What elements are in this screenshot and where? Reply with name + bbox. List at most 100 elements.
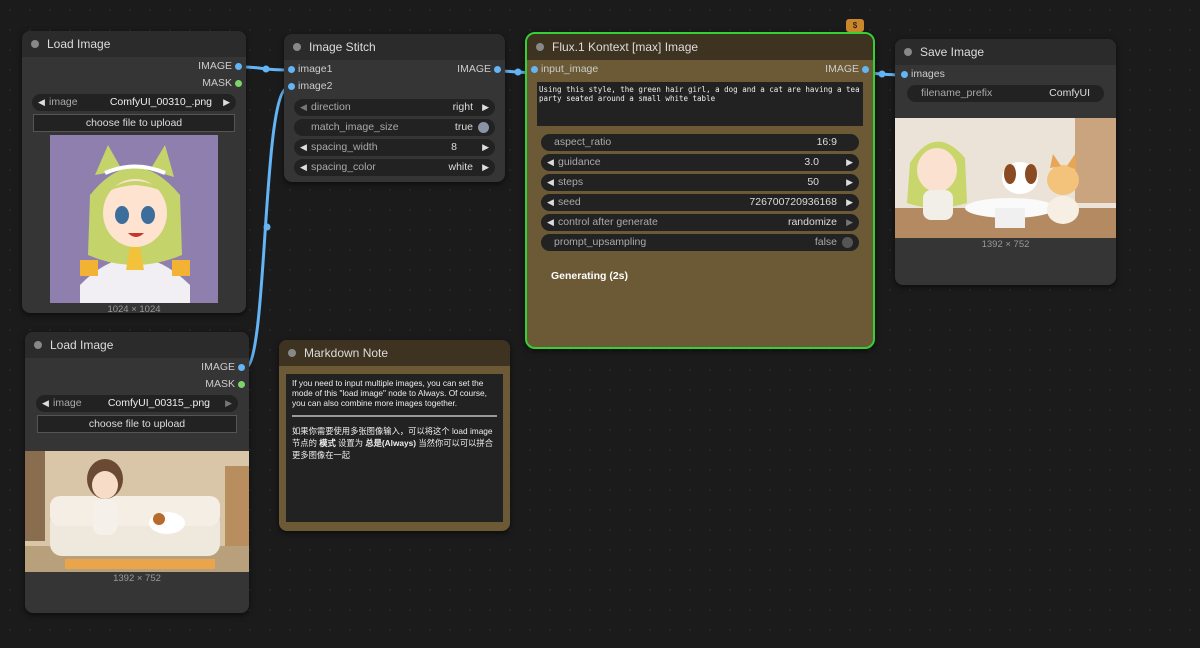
note-text-bold: 模式 xyxy=(319,438,336,448)
prompt-textarea[interactable]: Using this style, the green hair girl, a… xyxy=(537,82,863,126)
slot-dot-icon[interactable] xyxy=(901,71,908,78)
markdown-content[interactable]: If you need to input multiple images, yo… xyxy=(286,374,503,522)
widget-label: direction xyxy=(311,101,351,113)
prompt-upsampling-toggle[interactable]: prompt_upsampling false xyxy=(541,234,859,251)
input-slot-images[interactable]: images xyxy=(901,68,945,80)
filename-prefix-widget[interactable]: filename_prefix ComfyUI xyxy=(907,85,1104,102)
node-title-text: Save Image xyxy=(920,45,985,59)
slot-dot-icon[interactable] xyxy=(238,381,245,388)
slot-label: IMAGE xyxy=(198,60,232,72)
steps-widget[interactable]: ◀ steps 50 ▶ xyxy=(541,174,859,191)
widget-label: aspect_ratio xyxy=(554,136,612,148)
collapse-dot-icon[interactable] xyxy=(288,349,296,357)
arrow-left-icon[interactable]: ◀ xyxy=(300,99,307,116)
node-title[interactable]: Save Image xyxy=(895,39,1116,65)
aspect-ratio-widget[interactable]: aspect_ratio 16:9 xyxy=(541,134,859,151)
link-midpoint xyxy=(262,65,270,73)
output-slot-mask[interactable]: MASK xyxy=(205,378,245,390)
choose-file-button[interactable]: choose file to upload xyxy=(37,415,237,433)
control-after-generate-widget[interactable]: ◀ control after generate randomize ▶ xyxy=(541,214,859,231)
guidance-widget[interactable]: ◀ guidance 3.0 ▶ xyxy=(541,154,859,171)
collapse-dot-icon[interactable] xyxy=(293,43,301,51)
output-slot-image[interactable]: IMAGE xyxy=(201,361,245,373)
load-image-node-2[interactable]: Load Image IMAGE MASK ◀ image ComfyUI_00… xyxy=(25,332,249,613)
slot-dot-icon[interactable] xyxy=(862,66,869,73)
output-slot-image[interactable]: IMAGE xyxy=(457,63,501,75)
widget-value: white xyxy=(448,161,473,173)
input-slot-image1[interactable]: image1 xyxy=(288,63,333,75)
slot-dot-icon[interactable] xyxy=(235,80,242,87)
arrow-left-icon[interactable]: ◀ xyxy=(547,154,554,171)
slot-dot-icon[interactable] xyxy=(494,66,501,73)
slot-dot-icon[interactable] xyxy=(531,66,538,73)
arrow-left-icon[interactable]: ◀ xyxy=(300,159,307,176)
widget-label: guidance xyxy=(558,156,601,168)
node-title[interactable]: Flux.1 Kontext [max] Image xyxy=(527,34,873,60)
arrow-left-icon[interactable]: ◀ xyxy=(547,174,554,191)
node-title-text: Markdown Note xyxy=(304,346,389,360)
image-select-widget[interactable]: ◀ image ComfyUI_00315_.png ▶ xyxy=(36,395,238,412)
widget-value: false xyxy=(814,236,837,248)
slot-label: IMAGE xyxy=(201,361,235,373)
seed-widget[interactable]: ◀ seed 726700720936168 ▶ xyxy=(541,194,859,211)
choose-file-button[interactable]: choose file to upload xyxy=(33,114,235,132)
node-title[interactable]: Load Image xyxy=(22,31,246,57)
widget-value: 8 xyxy=(451,141,457,153)
node-title-text: Load Image xyxy=(50,338,114,352)
link-load1-to-stitch-image1 xyxy=(241,65,289,72)
input-slot-image2[interactable]: image2 xyxy=(288,80,332,92)
toggle-knob-icon[interactable] xyxy=(842,237,853,248)
slot-label: MASK xyxy=(205,378,235,390)
arrow-left-icon[interactable]: ◀ xyxy=(547,214,554,231)
collapse-dot-icon[interactable] xyxy=(536,43,544,51)
arrow-left-icon[interactable]: ◀ xyxy=(300,139,307,156)
node-title[interactable]: Markdown Note xyxy=(279,340,510,366)
save-image-node[interactable]: Save Image images filename_prefix ComfyUI… xyxy=(895,39,1116,285)
flux-kontext-node[interactable]: Flux.1 Kontext [max] Image input_image I… xyxy=(525,32,875,349)
slot-dot-icon[interactable] xyxy=(288,83,295,90)
image-stitch-node[interactable]: Image Stitch image1 IMAGE image2 ◀ direct… xyxy=(284,34,505,182)
output-slot-image[interactable]: IMAGE xyxy=(825,63,869,75)
arrow-right-icon[interactable]: ▶ xyxy=(846,174,853,191)
widget-value: 726700720936168 xyxy=(749,196,837,208)
input-slot-input-image[interactable]: input_image xyxy=(531,63,599,75)
image-preview-anime-girl xyxy=(50,135,218,303)
slot-label: image1 xyxy=(298,63,333,75)
node-title[interactable]: Load Image xyxy=(25,332,249,358)
collapse-dot-icon[interactable] xyxy=(904,48,912,56)
node-title[interactable]: Image Stitch xyxy=(284,34,505,60)
arrow-right-icon[interactable]: ▶ xyxy=(482,139,489,156)
direction-widget[interactable]: ◀ direction right ▶ xyxy=(294,99,495,116)
slot-dot-icon[interactable] xyxy=(235,63,242,70)
load-image-node-1[interactable]: Load Image IMAGE MASK ◀ image ComfyUI_00… xyxy=(22,31,246,315)
widget-label: seed xyxy=(558,196,581,208)
arrow-right-icon[interactable]: ▶ xyxy=(482,99,489,116)
widget-label: prompt_upsampling xyxy=(554,236,647,248)
spacing-color-widget[interactable]: ◀ spacing_color white ▶ xyxy=(294,159,495,176)
markdown-note-node[interactable]: Markdown Note If you need to input multi… xyxy=(279,340,510,531)
toggle-knob-icon[interactable] xyxy=(478,122,489,133)
arrow-right-icon[interactable]: ▶ xyxy=(846,214,853,231)
output-slot-image[interactable]: IMAGE xyxy=(198,60,242,72)
slot-label: input_image xyxy=(541,63,599,75)
slot-dot-icon[interactable] xyxy=(238,364,245,371)
widget-label: steps xyxy=(558,176,584,188)
image-select-widget[interactable]: ◀ image ComfyUI_00310_.png ▶ xyxy=(32,94,236,111)
collapse-dot-icon[interactable] xyxy=(34,341,42,349)
arrow-right-icon[interactable]: ▶ xyxy=(846,194,853,211)
output-slot-mask[interactable]: MASK xyxy=(202,77,242,89)
arrow-left-icon[interactable]: ◀ xyxy=(547,194,554,211)
match-image-size-toggle[interactable]: match_image_size true xyxy=(294,119,495,136)
arrow-right-icon[interactable]: ▶ xyxy=(846,154,853,171)
arrow-left-icon[interactable]: ◀ xyxy=(38,94,45,111)
slot-label: images xyxy=(911,68,945,80)
spacing-width-widget[interactable]: ◀ spacing_width 8 ▶ xyxy=(294,139,495,156)
widget-value: right xyxy=(452,101,473,113)
slot-dot-icon[interactable] xyxy=(288,66,295,73)
arrow-right-icon[interactable]: ▶ xyxy=(482,159,489,176)
arrow-left-icon[interactable]: ◀ xyxy=(42,395,49,412)
arrow-right-icon[interactable]: ▶ xyxy=(225,395,232,412)
collapse-dot-icon[interactable] xyxy=(31,40,39,48)
arrow-right-icon[interactable]: ▶ xyxy=(223,94,230,111)
note-text-zh: 如果你需要使用多张图像输入，可以将这个 load image 节点的 模式 设置… xyxy=(292,425,497,461)
